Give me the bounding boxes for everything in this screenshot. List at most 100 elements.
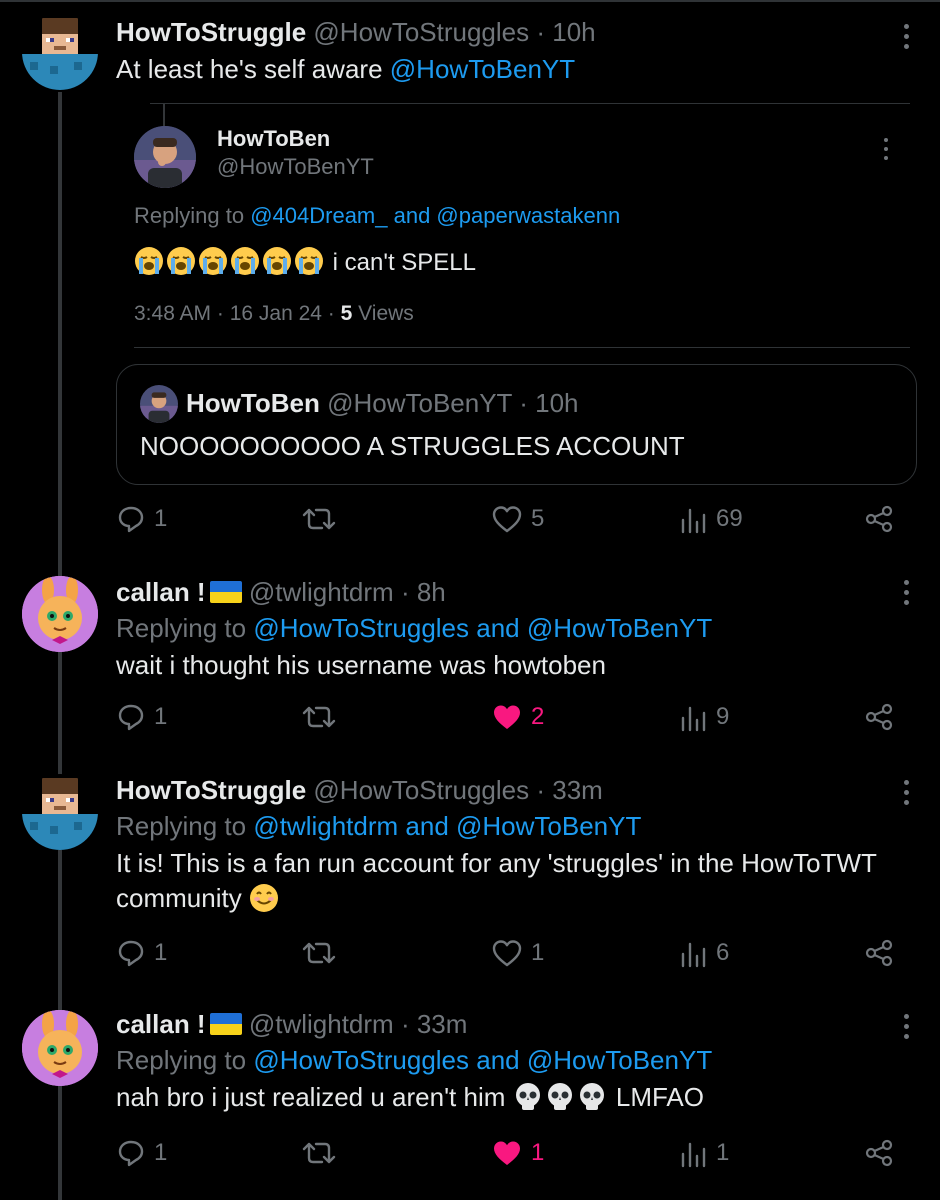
smiling-face-emoji <box>249 884 278 912</box>
tweet-text-line: community <box>116 883 242 913</box>
retweet-icon <box>301 1138 337 1168</box>
reply-icon <box>116 938 146 968</box>
retweet-button[interactable] <box>301 504 337 534</box>
views-count: 6 <box>716 939 730 966</box>
reply-icon <box>116 1138 146 1168</box>
tweet[interactable]: callan ! @twlightdrm · 33m Replying to @… <box>0 996 940 1200</box>
views-count: 9 <box>716 703 730 730</box>
tweet-text: wait i thought his username was howtoben <box>116 650 606 680</box>
tweet-actions: 1 1 1 <box>116 1138 920 1174</box>
views-count: 1 <box>716 1139 730 1166</box>
retweet-icon <box>301 702 337 732</box>
author-handle[interactable]: @HowToStruggles <box>313 775 529 805</box>
reply-button[interactable]: 1 <box>116 504 167 534</box>
tweet-text-line: It is! This is a fan run account for any… <box>116 848 877 878</box>
separator-dot: · <box>400 577 410 607</box>
reply-count: 1 <box>154 939 168 966</box>
quote-tweet-card[interactable]: HowToBen @HowToBenYT · 10h NOOOOOOOOOO A… <box>116 364 917 485</box>
heart-icon <box>491 1138 523 1168</box>
loudly-crying-face-emoji <box>134 247 326 276</box>
pixel-character-icon <box>22 18 98 90</box>
tweet-time[interactable]: 8h <box>417 577 446 607</box>
embedded-thread-line <box>163 104 165 126</box>
share-button[interactable] <box>864 702 894 732</box>
like-count: 5 <box>531 505 545 532</box>
replying-to-links[interactable]: @twlightdrm and @HowToBenYT <box>253 811 641 841</box>
quote-author-name[interactable]: HowToBen <box>186 388 320 418</box>
share-button[interactable] <box>864 504 894 534</box>
tweet-time[interactable]: 10h <box>552 17 595 47</box>
tweet-text: At least he's self aware <box>116 54 383 84</box>
reply-icon <box>116 702 146 732</box>
share-icon <box>864 938 894 968</box>
embedded-avatar <box>134 126 196 188</box>
separator-dot: · <box>536 17 546 47</box>
views-count: 69 <box>716 505 743 532</box>
retweet-icon <box>301 504 337 534</box>
views-button[interactable]: 1 <box>678 1138 729 1168</box>
mention-link[interactable]: @HowToBenYT <box>390 54 575 84</box>
replying-prefix: Replying to <box>116 613 247 643</box>
like-button[interactable]: 1 <box>491 1138 544 1168</box>
retweet-button[interactable] <box>301 1138 337 1168</box>
views-button[interactable]: 9 <box>678 702 729 732</box>
author-name[interactable]: callan ! <box>116 577 206 607</box>
views-chart-icon <box>678 938 708 968</box>
author-handle[interactable]: @twlightdrm <box>249 577 394 607</box>
share-button[interactable] <box>864 938 894 968</box>
separator-dot: · <box>536 775 546 805</box>
views-chart-icon <box>678 702 708 732</box>
like-button[interactable]: 1 <box>491 938 544 968</box>
author-handle[interactable]: @HowToStruggles <box>313 17 529 47</box>
reply-button[interactable]: 1 <box>116 938 167 968</box>
author-name[interactable]: callan ! <box>116 1009 206 1039</box>
avatar[interactable] <box>22 576 98 652</box>
tweet[interactable]: HowToStruggle @HowToStruggles · 10h At l… <box>0 0 940 560</box>
avatar[interactable] <box>22 14 98 90</box>
embedded-views-count: 5 <box>340 302 353 325</box>
like-button[interactable]: 2 <box>491 702 544 732</box>
heart-icon <box>491 938 523 968</box>
avatar[interactable] <box>22 1010 98 1086</box>
replying-prefix: Replying to <box>116 1045 247 1075</box>
views-button[interactable]: 69 <box>678 504 743 534</box>
avatar[interactable] <box>22 774 98 850</box>
tweet-actions: 1 1 6 <box>116 938 920 974</box>
cartoon-bunny-icon <box>22 576 98 652</box>
author-name[interactable]: HowToStruggle <box>116 775 306 805</box>
retweet-button[interactable] <box>301 938 337 968</box>
replying-to-links[interactable]: @HowToStruggles and @HowToBenYT <box>253 613 712 643</box>
author-handle[interactable]: @twlightdrm <box>249 1009 394 1039</box>
tweet-actions: 1 2 9 <box>116 702 920 738</box>
quote-time[interactable]: 10h <box>535 388 578 418</box>
embedded-views-label: Views <box>358 302 414 325</box>
replying-to-links[interactable]: @HowToStruggles and @HowToBenYT <box>253 1045 712 1075</box>
reply-count: 1 <box>154 1139 168 1166</box>
reply-button[interactable]: 1 <box>116 702 167 732</box>
replying-prefix: Replying to <box>116 811 247 841</box>
tweet-time[interactable]: 33m <box>417 1009 468 1039</box>
reply-button[interactable]: 1 <box>116 1138 167 1168</box>
separator-dot: · <box>519 388 528 418</box>
views-button[interactable]: 6 <box>678 938 729 968</box>
quote-author-handle[interactable]: @HowToBenYT <box>327 388 512 418</box>
heart-icon <box>491 702 523 732</box>
pixel-character-icon <box>22 778 98 850</box>
share-icon <box>864 702 894 732</box>
divider <box>134 347 910 348</box>
share-button[interactable] <box>864 1138 894 1168</box>
tweet[interactable]: HowToStruggle @HowToStruggles · 33m Repl… <box>0 760 940 996</box>
embedded-handle: @HowToBenYT <box>217 154 374 179</box>
tweet-time[interactable]: 33m <box>552 775 603 805</box>
tweet[interactable]: callan ! @twlightdrm · 8h Replying to @H… <box>0 560 940 760</box>
author-name[interactable]: HowToStruggle <box>116 17 306 47</box>
ukraine-flag-icon <box>209 1013 242 1035</box>
views-chart-icon <box>678 504 708 534</box>
retweet-button[interactable] <box>301 702 337 732</box>
tweet-text-end: LMFAO <box>615 1082 704 1112</box>
like-button[interactable]: 5 <box>491 504 544 534</box>
embedded-name: HowToBen <box>217 126 331 151</box>
views-chart-icon <box>678 1138 708 1168</box>
quote-avatar[interactable] <box>140 385 178 423</box>
person-photo-icon <box>134 126 196 188</box>
